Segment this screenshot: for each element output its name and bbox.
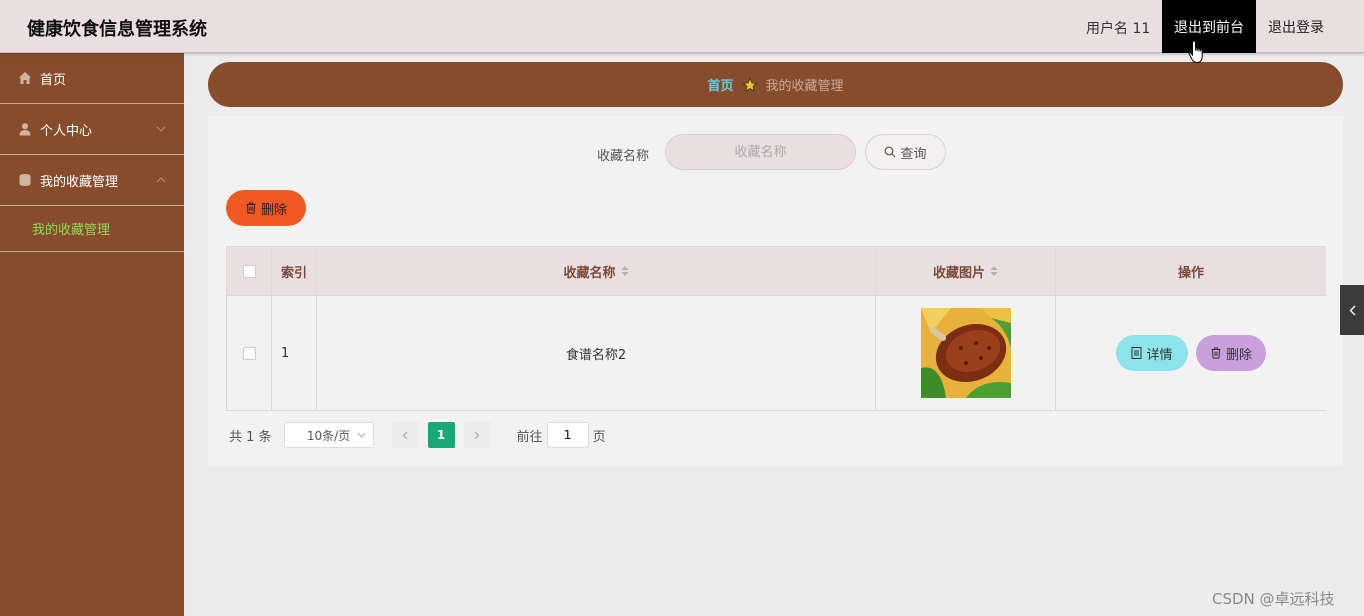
- search-label: 收藏名称: [597, 149, 650, 164]
- side-panel-toggle[interactable]: [1340, 285, 1364, 335]
- batch-delete-label: 删除: [260, 202, 287, 218]
- header-select-all: [226, 247, 271, 295]
- chevron-down-icon: [156, 126, 166, 132]
- roast-chicken-leg-image: [920, 308, 1011, 398]
- total-count: 共 1 条: [229, 429, 272, 445]
- sidebar-item-personal-center[interactable]: 个人中心: [0, 104, 184, 155]
- page-size-select[interactable]: 10条/页: [283, 422, 374, 448]
- star-icon: [741, 76, 758, 92]
- search-icon: [885, 146, 896, 158]
- sidebar-item-home[interactable]: 首页: [0, 53, 184, 104]
- chevron-left-icon: [402, 431, 408, 439]
- page-number-current[interactable]: 1: [427, 422, 455, 448]
- row-name: 食谱名称2: [316, 296, 875, 410]
- exit-to-frontend-button[interactable]: 退出到前台: [1162, 0, 1256, 53]
- logout-button[interactable]: 退出登录: [1256, 0, 1336, 53]
- batch-delete-button[interactable]: 删除: [226, 190, 306, 226]
- username-label: 用户名 11: [1086, 21, 1151, 37]
- select-all-checkbox[interactable]: [242, 264, 256, 278]
- sidebar-subitem-favorites[interactable]: 我的收藏管理: [0, 206, 184, 252]
- column-header-actions: 操作: [1055, 247, 1326, 295]
- page-suffix: 页: [592, 429, 606, 445]
- column-header-index: 索引: [271, 247, 316, 295]
- trash-icon: [246, 202, 256, 214]
- goto-page-input[interactable]: [546, 422, 589, 448]
- row-image-cell: [875, 296, 1055, 410]
- database-icon: [19, 174, 31, 186]
- user-icon: [19, 123, 31, 136]
- chevron-down-icon: [357, 432, 365, 438]
- detail-button-label: 详情: [1146, 347, 1173, 363]
- column-header-image-label: 收藏图片: [932, 265, 985, 281]
- document-icon: [1131, 347, 1142, 359]
- next-page-button[interactable]: [463, 422, 491, 448]
- home-icon: [19, 72, 31, 84]
- breadcrumb: 首页 我的收藏管理: [208, 62, 1343, 107]
- sort-icon: [990, 266, 998, 276]
- column-header-image[interactable]: 收藏图片: [875, 247, 1055, 295]
- pagination: 共 1 条 10条/页 1 前往 页: [229, 422, 606, 448]
- chevron-up-icon: [156, 177, 166, 183]
- favorites-table: 索引 收藏名称 收藏图片 操作 1 食谱名称2 详情 删除: [226, 246, 1326, 411]
- table-row: 1 食谱名称2 详情 删除: [226, 296, 1326, 411]
- goto-label: 前往: [516, 429, 543, 445]
- detail-button[interactable]: 详情: [1116, 335, 1188, 371]
- row-index: 1: [271, 296, 316, 410]
- column-header-name[interactable]: 收藏名称: [316, 247, 875, 295]
- query-button[interactable]: 查询: [865, 134, 946, 170]
- query-button-label: 查询: [900, 146, 927, 162]
- sidebar: 首页 个人中心 我的收藏管理 我的收藏管理: [0, 53, 184, 616]
- sidebar-item-label: 我的收藏管理: [40, 174, 119, 190]
- search-input[interactable]: [665, 134, 856, 170]
- row-delete-label: 删除: [1225, 347, 1252, 363]
- main-panel: 收藏名称 查询 删除 索引 收藏名称 收藏图片 操作 1 食谱名称2: [208, 116, 1343, 466]
- breadcrumb-home-link[interactable]: 首页: [707, 75, 733, 94]
- trash-icon: [1211, 347, 1221, 359]
- row-actions: 详情 删除: [1055, 296, 1326, 410]
- column-header-name-label: 收藏名称: [563, 265, 616, 281]
- row-select-cell: [226, 296, 271, 410]
- watermark: CSDN @卓远科技: [1212, 590, 1335, 608]
- page-size-value: 10条/页: [306, 428, 351, 443]
- row-checkbox[interactable]: [242, 346, 256, 360]
- sort-icon: [621, 266, 628, 276]
- table-header: 索引 收藏名称 收藏图片 操作: [226, 246, 1326, 296]
- sidebar-item-label: 个人中心: [40, 123, 93, 139]
- row-delete-button[interactable]: 删除: [1196, 335, 1266, 371]
- breadcrumb-current: 我的收藏管理: [765, 79, 844, 94]
- chevron-right-icon: [474, 431, 480, 439]
- hand-cursor-icon: [1188, 40, 1203, 64]
- app-title: 健康饮食信息管理系统: [27, 19, 207, 40]
- top-bar: 健康饮食信息管理系统 用户名 11 退出到前台 退出登录: [0, 0, 1364, 53]
- chevron-left-icon: [1349, 305, 1355, 315]
- sidebar-item-favorites[interactable]: 我的收藏管理: [0, 155, 184, 206]
- prev-page-button[interactable]: [391, 422, 419, 448]
- sidebar-item-label: 首页: [40, 72, 67, 88]
